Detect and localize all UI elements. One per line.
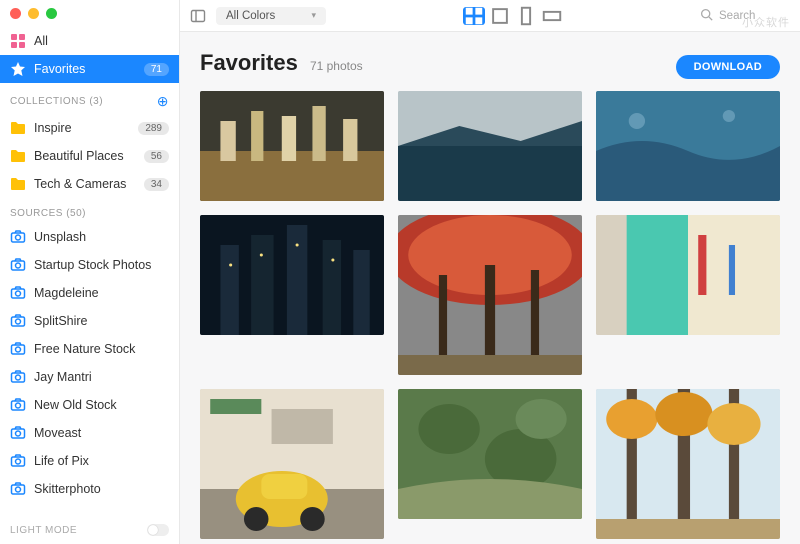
sources-header: SOURCES (50)	[0, 198, 179, 223]
camera-icon	[10, 285, 26, 301]
light-mode-toggle[interactable]	[147, 524, 169, 536]
camera-icon	[10, 369, 26, 385]
section-label: COLLECTIONS (3)	[10, 96, 103, 107]
sidebar: All Favorites 71 COLLECTIONS (3) ⊕ Inspi…	[0, 0, 180, 544]
sidebar-item-all[interactable]: All	[0, 27, 179, 55]
folder-icon	[10, 120, 26, 136]
grid-icon	[10, 33, 26, 49]
photo-count: 71 photos	[310, 59, 363, 73]
camera-icon	[10, 257, 26, 273]
content-header: Favorites 71 photos DOWNLOAD	[180, 32, 800, 91]
sidebar-item-label: Unsplash	[34, 230, 169, 244]
sidebar-item-beautiful-places[interactable]: Beautiful Places 56	[0, 142, 179, 170]
sidebar-item-magdeleine[interactable]: Magdeleine	[0, 279, 179, 307]
view-single-icon[interactable]	[489, 7, 511, 25]
sidebar-item-label: Moveast	[34, 426, 169, 440]
window-controls	[0, 0, 179, 27]
close-icon[interactable]	[10, 8, 21, 19]
sidebar-toggle-icon[interactable]	[190, 8, 206, 24]
sidebar-item-new-old-stock[interactable]: New Old Stock	[0, 391, 179, 419]
folder-icon	[10, 176, 26, 192]
photo-thumbnail[interactable]	[200, 215, 384, 335]
sidebar-item-label: Startup Stock Photos	[34, 258, 169, 272]
topbar: All Colors ▾ Search	[180, 0, 800, 32]
sidebar-item-life-of-pix[interactable]: Life of Pix	[0, 447, 179, 475]
sidebar-item-inspire[interactable]: Inspire 289	[0, 114, 179, 142]
photo-thumbnail[interactable]	[200, 389, 384, 539]
sidebar-item-label: Inspire	[34, 121, 130, 135]
search-placeholder: Search	[719, 10, 755, 22]
photo-thumbnail[interactable]	[200, 91, 384, 201]
page-title: Favorites 71 photos	[200, 50, 363, 76]
sidebar-item-label: Life of Pix	[34, 454, 169, 468]
count-badge: 34	[144, 178, 169, 191]
count-badge: 71	[144, 63, 169, 76]
dropdown-label: All Colors	[226, 10, 275, 22]
section-label: SOURCES (50)	[10, 208, 86, 219]
folder-icon	[10, 148, 26, 164]
collections-header: COLLECTIONS (3) ⊕	[0, 83, 179, 114]
sidebar-item-unsplash[interactable]: Unsplash	[0, 223, 179, 251]
view-portrait-icon[interactable]	[515, 7, 537, 25]
camera-icon	[10, 425, 26, 441]
photo-thumbnail[interactable]	[596, 389, 780, 539]
camera-icon	[10, 481, 26, 497]
sidebar-item-label: Favorites	[34, 62, 136, 76]
view-landscape-icon[interactable]	[541, 7, 563, 25]
maximize-icon[interactable]	[46, 8, 57, 19]
count-badge: 56	[144, 150, 169, 163]
sidebar-item-splitshire[interactable]: SplitShire	[0, 307, 179, 335]
photo-thumbnail[interactable]	[398, 91, 582, 201]
download-button[interactable]: DOWNLOAD	[676, 55, 780, 79]
sidebar-item-free-nature[interactable]: Free Nature Stock	[0, 335, 179, 363]
sidebar-item-moveast[interactable]: Moveast	[0, 419, 179, 447]
add-collection-icon[interactable]: ⊕	[157, 93, 169, 110]
view-toggles	[463, 7, 563, 25]
photo-grid	[180, 91, 800, 544]
color-filter-dropdown[interactable]: All Colors ▾	[216, 7, 326, 25]
photo-thumbnail[interactable]	[596, 215, 780, 335]
count-badge: 289	[138, 122, 169, 135]
sidebar-item-label: SplitShire	[34, 314, 169, 328]
camera-icon	[10, 453, 26, 469]
star-icon	[10, 61, 26, 77]
camera-icon	[10, 313, 26, 329]
sidebar-item-skitterphoto[interactable]: Skitterphoto	[0, 475, 179, 503]
sidebar-item-label: Beautiful Places	[34, 149, 136, 163]
view-grid-icon[interactable]	[463, 7, 485, 25]
light-mode-row: LIGHT MODE	[0, 516, 179, 544]
sidebar-item-label: Free Nature Stock	[34, 342, 169, 356]
sidebar-item-label: Tech & Cameras	[34, 177, 136, 191]
sidebar-item-label: Jay Mantri	[34, 370, 169, 384]
photo-thumbnail[interactable]	[596, 91, 780, 201]
camera-icon	[10, 229, 26, 245]
sidebar-item-tech-cameras[interactable]: Tech & Cameras 34	[0, 170, 179, 198]
photo-thumbnail[interactable]	[398, 215, 582, 375]
sidebar-item-startup-stock[interactable]: Startup Stock Photos	[0, 251, 179, 279]
light-mode-label: LIGHT MODE	[10, 525, 77, 536]
sidebar-item-favorites[interactable]: Favorites 71	[0, 55, 179, 83]
camera-icon	[10, 397, 26, 413]
main-area: All Colors ▾ Search Favorites 71 photos …	[180, 0, 800, 544]
camera-icon	[10, 341, 26, 357]
sidebar-item-label: All	[34, 34, 169, 48]
sidebar-item-label: Magdeleine	[34, 286, 169, 300]
sidebar-item-label: New Old Stock	[34, 398, 169, 412]
search-box[interactable]: Search	[700, 8, 790, 24]
photo-thumbnail[interactable]	[398, 389, 582, 519]
search-icon	[700, 8, 713, 24]
minimize-icon[interactable]	[28, 8, 39, 19]
sidebar-item-jay-mantri[interactable]: Jay Mantri	[0, 363, 179, 391]
chevron-down-icon: ▾	[311, 10, 316, 21]
sidebar-item-label: Skitterphoto	[34, 482, 169, 496]
